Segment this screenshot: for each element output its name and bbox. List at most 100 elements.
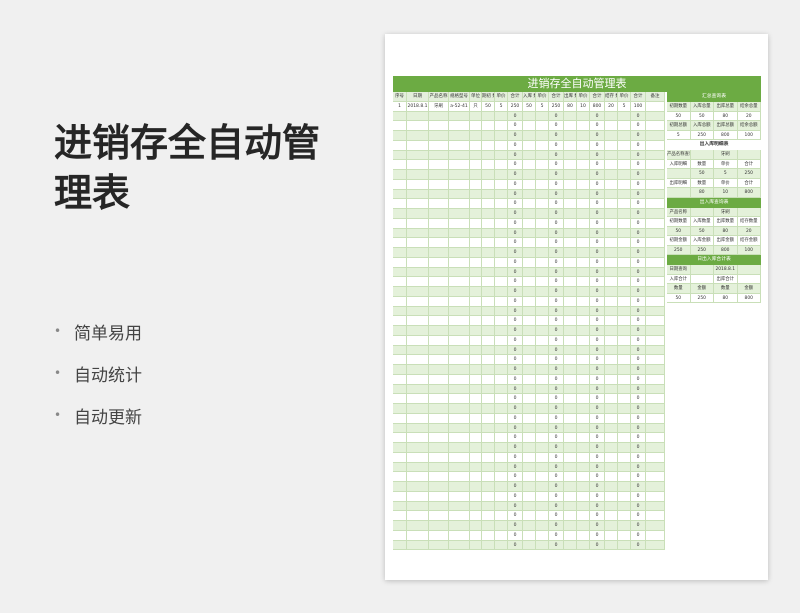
table-cell	[577, 316, 590, 326]
table-cell	[605, 306, 618, 317]
table-cell	[646, 472, 665, 482]
table-cell	[495, 179, 508, 190]
table-row: 0 0 0 0	[393, 179, 665, 190]
table-cell	[407, 540, 429, 551]
table-cell: 0	[549, 540, 564, 551]
slide-title: 进销存全自动管理表	[54, 121, 321, 215]
table-cell	[393, 540, 407, 551]
table-cell	[577, 501, 590, 512]
table-row: 0 0 0 0	[393, 121, 665, 131]
table-cell: 0	[508, 228, 523, 239]
table-cell	[564, 228, 577, 239]
table-cell: 0	[590, 365, 605, 375]
table-cell	[646, 209, 665, 219]
table-cell: 0	[590, 287, 605, 297]
table-cell	[605, 179, 618, 190]
table-cell	[449, 413, 470, 424]
table-row: 0 0 0 0	[393, 491, 665, 502]
table-cell: 0	[590, 228, 605, 239]
feature-label: 简单易用	[74, 323, 142, 344]
table-cell: 出库金额	[714, 236, 738, 246]
table-cell	[393, 472, 407, 482]
table-cell	[470, 140, 482, 151]
table-cell	[449, 423, 470, 434]
table-cell: 50	[667, 226, 691, 236]
table-cell	[407, 209, 429, 219]
table-cell	[393, 209, 407, 219]
table-cell	[646, 404, 665, 414]
table-cell	[449, 472, 470, 482]
table-cell	[449, 521, 470, 531]
table-cell	[618, 530, 631, 541]
table-cell	[536, 296, 549, 307]
table-cell	[523, 443, 536, 453]
table-cell	[564, 209, 577, 219]
table-cell: 0	[590, 111, 605, 122]
table-cell	[646, 394, 665, 404]
table-cell	[523, 345, 536, 356]
table-cell	[470, 394, 482, 404]
table-cell	[618, 521, 631, 531]
table-cell	[536, 199, 549, 209]
table-cell: 5	[495, 101, 508, 112]
table-cell	[577, 160, 590, 170]
table-cell: 0	[590, 248, 605, 258]
table-cell	[577, 423, 590, 434]
table-cell	[523, 121, 536, 131]
table-cell	[470, 374, 482, 385]
table-cell: 0	[631, 111, 646, 122]
table-cell	[449, 501, 470, 512]
table-cell	[482, 209, 495, 219]
table-cell	[407, 511, 429, 521]
table-cell	[495, 121, 508, 131]
table-cell: 50	[690, 111, 714, 121]
table-cell	[523, 462, 536, 473]
table-cell: 0	[631, 170, 646, 180]
summary-row: 50 50 80 20	[667, 111, 761, 121]
table-cell: 0	[631, 404, 646, 414]
table-cell: 80	[690, 188, 714, 198]
table-cell	[523, 170, 536, 180]
table-cell	[393, 326, 407, 336]
table-cell: 50	[667, 111, 691, 121]
table-cell	[605, 482, 618, 492]
table-cell	[618, 540, 631, 551]
table-cell: 0	[508, 131, 523, 141]
column-header: 合计	[590, 92, 605, 102]
table-cell	[393, 287, 407, 297]
table-cell	[564, 482, 577, 492]
table-cell	[470, 384, 482, 395]
table-row: 0 0 0 0	[393, 238, 665, 248]
table-cell	[618, 209, 631, 219]
table-cell	[407, 335, 429, 346]
table-cell	[482, 540, 495, 551]
table-cell: 250	[549, 101, 564, 112]
table-cell: 0	[590, 394, 605, 404]
table-cell	[646, 365, 665, 375]
table-cell	[577, 228, 590, 239]
table-cell	[495, 433, 508, 443]
table-cell: 0	[590, 267, 605, 278]
table-cell	[495, 267, 508, 278]
table-cell: 0	[631, 189, 646, 200]
table-cell: 0	[590, 462, 605, 473]
table-cell: 0	[631, 121, 646, 131]
table-cell	[429, 306, 449, 317]
table-cell	[536, 248, 549, 258]
table-cell	[536, 413, 549, 424]
table-cell	[449, 511, 470, 521]
table-cell	[523, 433, 536, 443]
table-cell	[470, 530, 482, 541]
table-cell: 0	[549, 238, 564, 248]
table-cell	[618, 355, 631, 365]
table-cell	[564, 316, 577, 326]
table-cell	[482, 491, 495, 502]
summary-panel: 汇总查询表 初期数量 入库总量 出库总量 结余总量 50 50 80 20 初期总额 入库总额 出库总…	[667, 92, 761, 303]
table-cell	[523, 404, 536, 414]
table-cell	[393, 170, 407, 180]
table-cell	[605, 140, 618, 151]
table-cell	[482, 462, 495, 473]
table-cell: 800	[737, 188, 761, 198]
table-cell	[429, 209, 449, 219]
table-cell: 0	[508, 277, 523, 287]
